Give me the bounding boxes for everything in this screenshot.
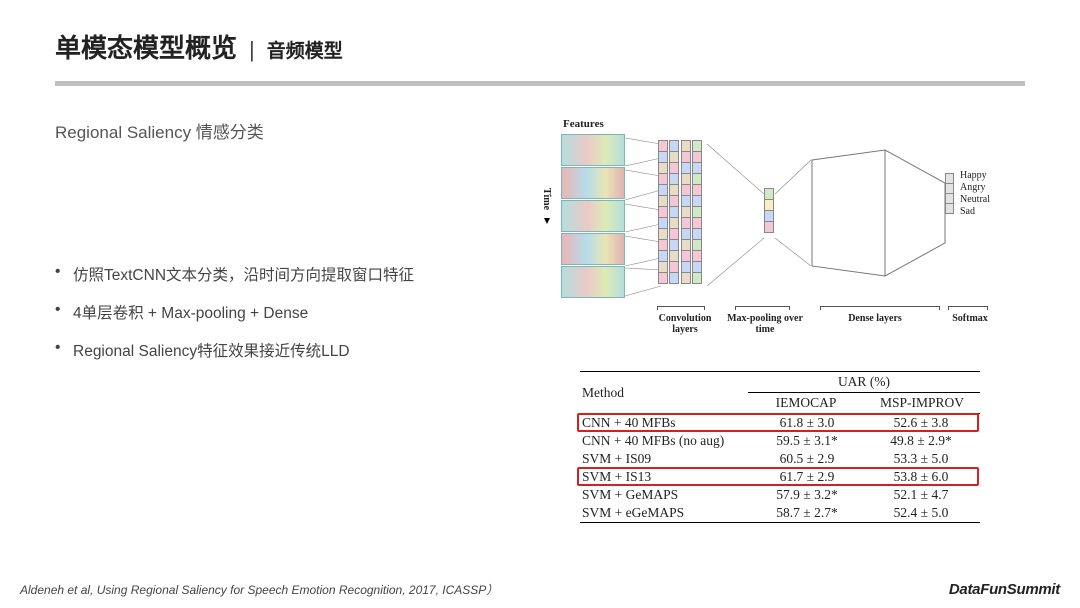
arch-label-conv: Convolution layers: [645, 313, 725, 335]
arch-label-dense: Dense layers: [835, 313, 915, 324]
brace-icon: [735, 306, 790, 310]
emotion-angry: Angry: [960, 182, 990, 194]
cell-msp: 52.1 ± 4.7: [864, 487, 978, 503]
right-column: Features Time: [535, 118, 1045, 523]
emotion-sad: Sad: [960, 206, 990, 218]
time-label: Time: [541, 188, 552, 210]
maxpool-layer: [764, 188, 774, 232]
citation-text: Aldeneh et al, Using Regional Saliency f…: [20, 581, 498, 598]
emotion-happy: Happy: [960, 170, 990, 182]
col-header-msp: MSP-IMPROV: [864, 393, 980, 413]
bullet-item: 4单层卷积 + Max-pooling + Dense: [55, 301, 515, 323]
brace-icon: [948, 306, 988, 310]
table-row: SVM + GeMAPS57.9 ± 3.2*52.1 ± 4.7: [580, 486, 980, 504]
cell-method: CNN + 40 MFBs: [582, 415, 750, 431]
section-title: Regional Saliency 情感分类: [55, 118, 515, 143]
cell-iemocap: 61.7 ± 2.9: [750, 469, 864, 485]
cell-method: SVM + IS13: [582, 469, 750, 485]
cell-msp: 52.6 ± 3.8: [864, 415, 978, 431]
convolution-layers: [661, 140, 702, 283]
features-label: Features: [563, 118, 604, 130]
col-header-iemocap: IEMOCAP: [748, 393, 864, 413]
cell-method: SVM + IS09: [582, 451, 750, 467]
cell-method: CNN + 40 MFBs (no aug): [582, 433, 750, 449]
architecture-diagram: Features Time: [535, 118, 1025, 353]
cell-msp: 49.8 ± 2.9*: [864, 433, 978, 449]
bullet-item: Regional Saliency特征效果接近传统LLD: [55, 339, 515, 361]
cell-iemocap: 59.5 ± 3.1*: [750, 433, 864, 449]
col-header-method: Method: [580, 372, 748, 413]
feature-windows: [561, 134, 625, 299]
brace-icon: [657, 306, 705, 310]
cell-msp: 52.4 ± 5.0: [864, 505, 978, 521]
slide-footer: Aldeneh et al, Using Regional Saliency f…: [20, 581, 1060, 598]
cell-iemocap: 61.8 ± 3.0: [750, 415, 864, 431]
title-main: 单模态模型概览: [55, 28, 237, 65]
cell-iemocap: 60.5 ± 2.9: [750, 451, 864, 467]
brand-logo: DataFunSummit: [949, 581, 1060, 598]
emotion-neutral: Neutral: [960, 194, 990, 206]
slide-header: 单模态模型概览 | 音频模型: [0, 0, 1080, 73]
emotion-labels: Happy Angry Neutral Sad: [960, 170, 990, 218]
cell-iemocap: 57.9 ± 3.2*: [750, 487, 864, 503]
table-row: CNN + 40 MFBs61.8 ± 3.052.6 ± 3.8: [580, 414, 980, 432]
arch-label-softmax: Softmax: [930, 313, 1010, 324]
arch-label-pool: Max-pooling over time: [725, 313, 805, 335]
cell-method: SVM + GeMAPS: [582, 487, 750, 503]
left-column: Regional Saliency 情感分类 仿照TextCNN文本分类，沿时间…: [55, 118, 515, 523]
col-header-uar: UAR (%): [748, 372, 980, 393]
dense-layers: [810, 148, 960, 283]
table-row: CNN + 40 MFBs (no aug)59.5 ± 3.1*49.8 ± …: [580, 432, 980, 450]
time-arrow-icon: [544, 218, 550, 224]
cell-iemocap: 58.7 ± 2.7*: [750, 505, 864, 521]
cell-msp: 53.3 ± 5.0: [864, 451, 978, 467]
bullet-list: 仿照TextCNN文本分类，沿时间方向提取窗口特征 4单层卷积 + Max-po…: [55, 263, 515, 361]
softmax-layer: [945, 173, 954, 213]
cell-method: SVM + eGeMAPS: [582, 505, 750, 521]
table-row: SVM + IS1361.7 ± 2.953.8 ± 6.0: [580, 468, 980, 486]
title-separator: |: [249, 37, 255, 63]
cell-msp: 53.8 ± 6.0: [864, 469, 978, 485]
bullet-item: 仿照TextCNN文本分类，沿时间方向提取窗口特征: [55, 263, 515, 285]
brace-icon: [820, 306, 940, 310]
table-row: SVM + IS0960.5 ± 2.953.3 ± 5.0: [580, 450, 980, 468]
title-sub: 音频模型: [267, 36, 343, 63]
table-row: SVM + eGeMAPS58.7 ± 2.7*52.4 ± 5.0: [580, 504, 980, 522]
results-table: Method UAR (%) IEMOCAP MSP-IMPROV CNN + …: [580, 371, 980, 523]
